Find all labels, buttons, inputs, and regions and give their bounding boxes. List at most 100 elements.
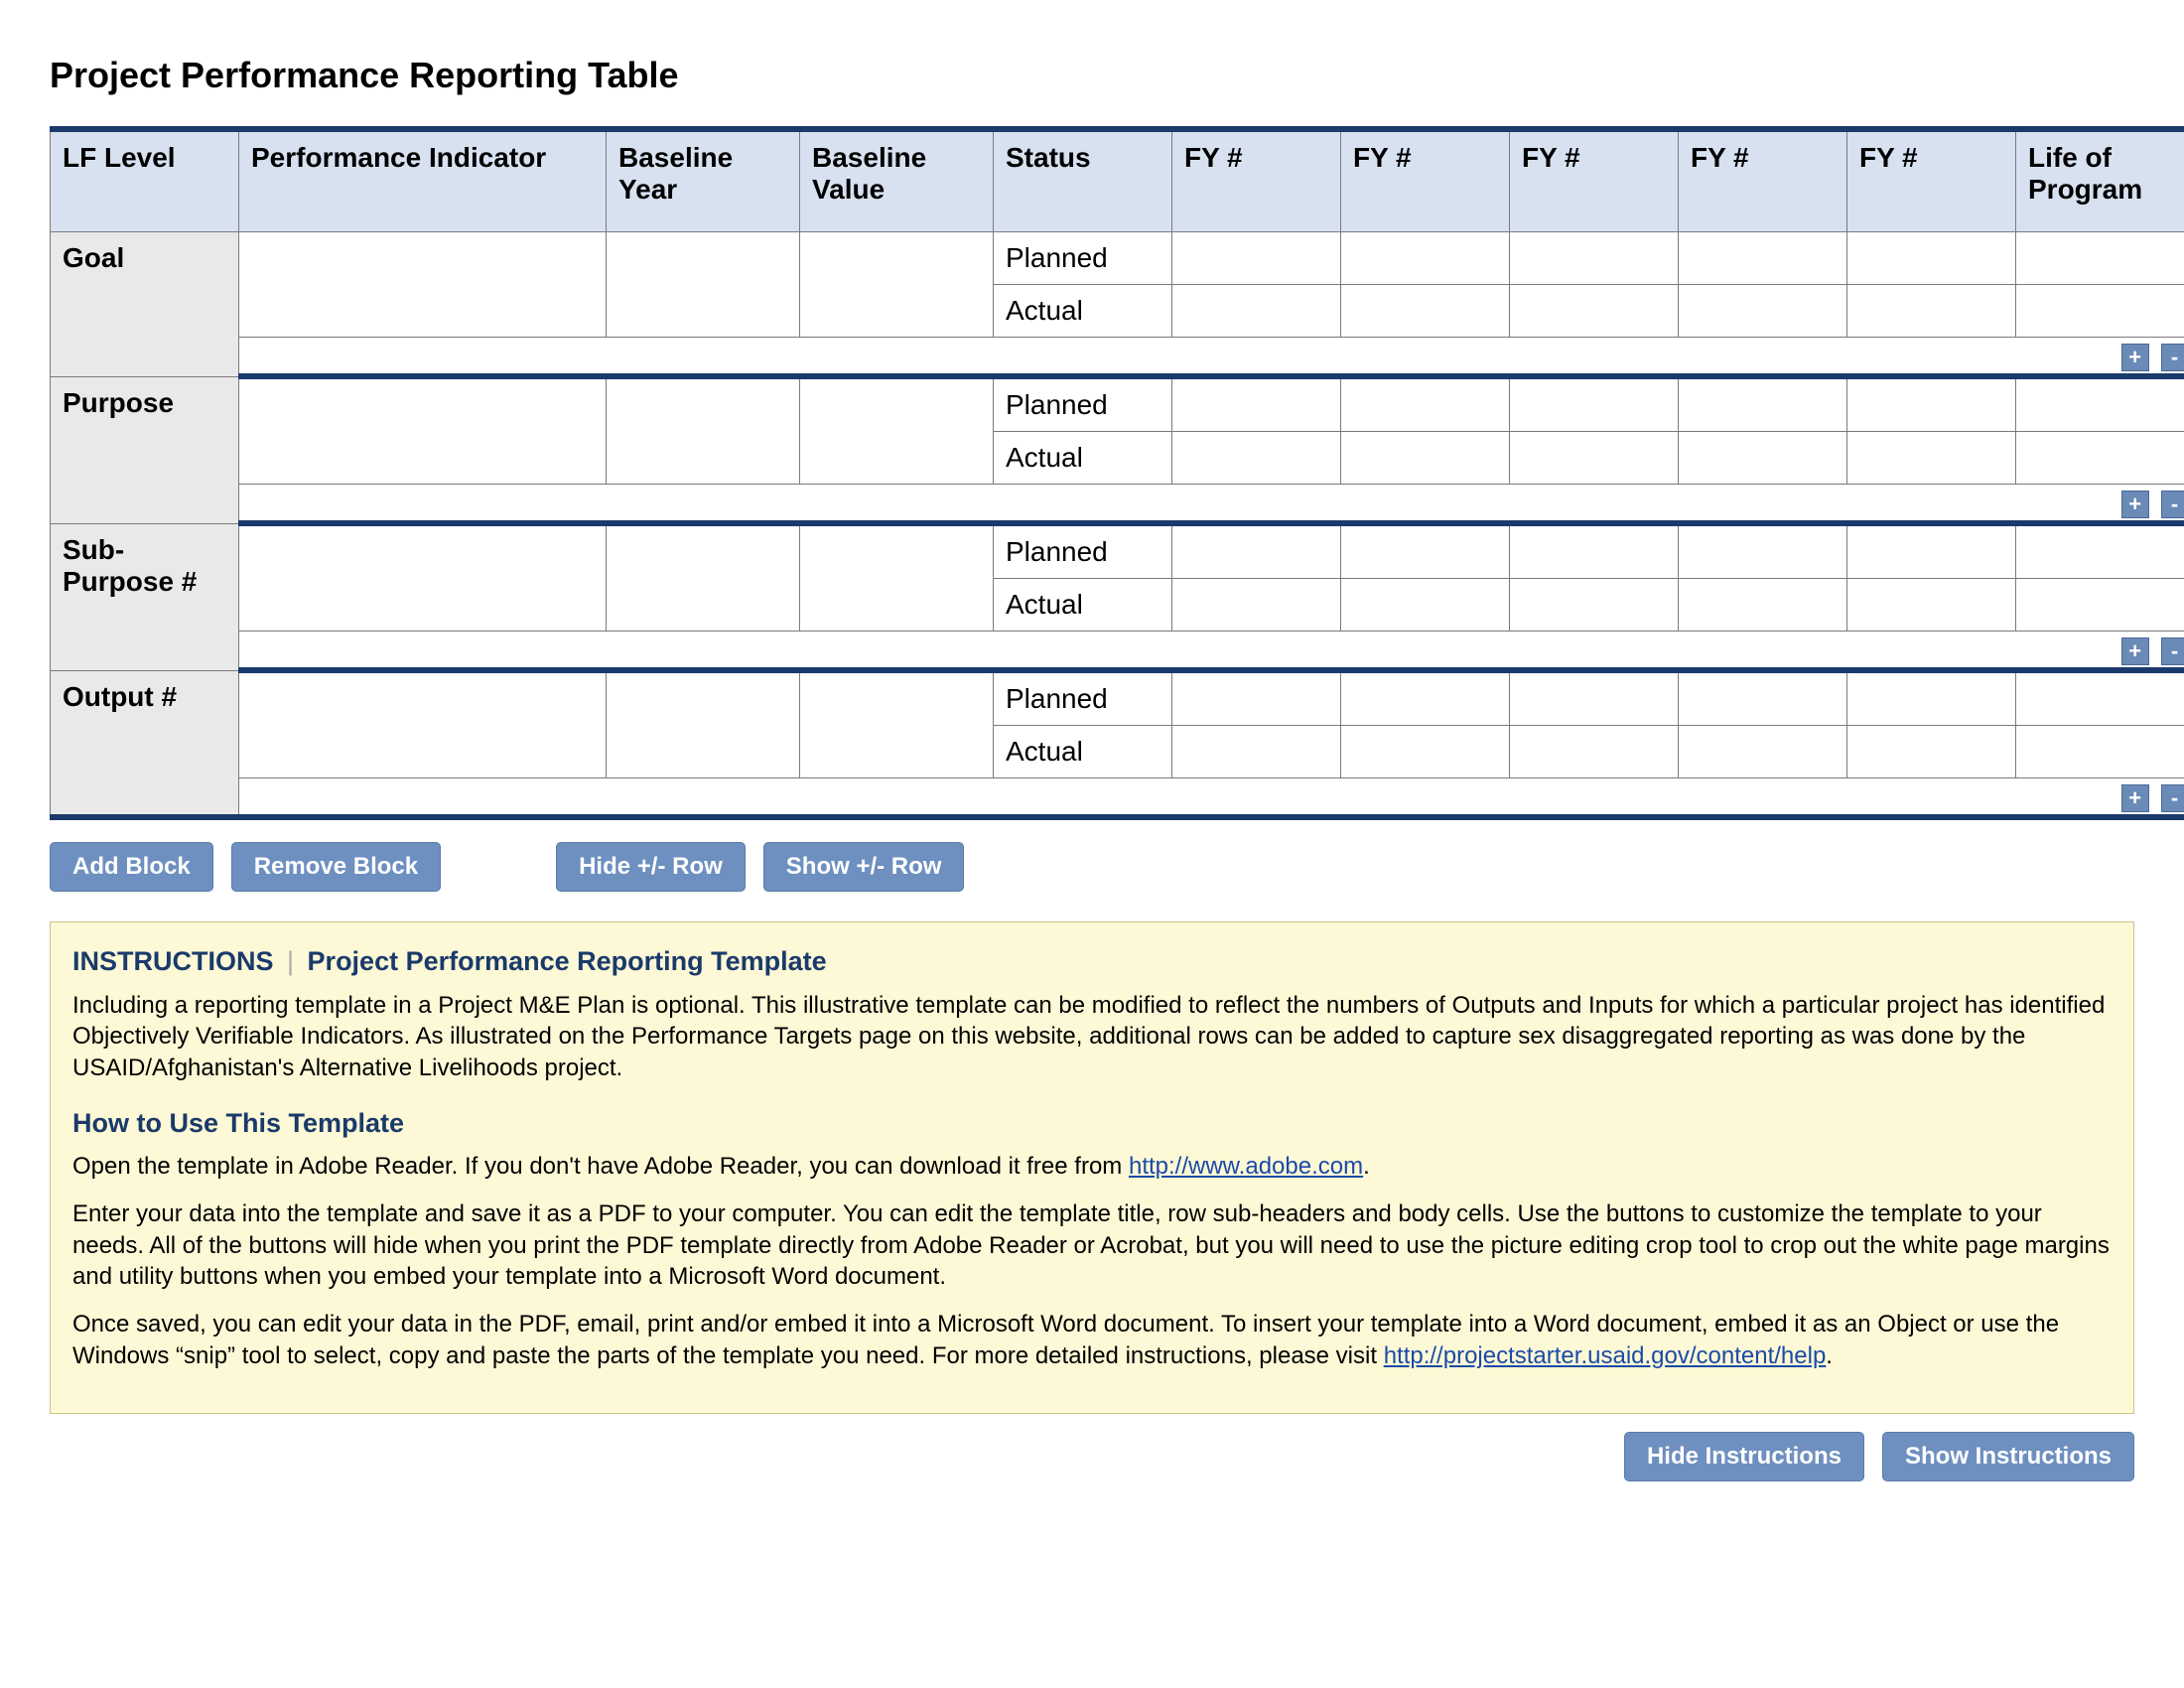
hide-pm-row-button[interactable]: Hide +/- Row: [556, 842, 746, 892]
col-perf-indicator: Performance Indicator: [239, 129, 607, 232]
plus-icon[interactable]: +: [2121, 637, 2149, 665]
cell-baseline-year[interactable]: [607, 670, 800, 778]
cell-fy[interactable]: [1679, 523, 1847, 579]
cell-fy[interactable]: [1172, 726, 1341, 778]
cell-life[interactable]: [2016, 726, 2184, 778]
cell-fy[interactable]: [1847, 579, 2016, 632]
cell-baseline-year[interactable]: [607, 523, 800, 632]
instruction-toggle-buttons: Hide Instructions Show Instructions: [50, 1432, 2134, 1481]
cell-baseline-year[interactable]: [607, 376, 800, 485]
cell-fy[interactable]: [1847, 432, 2016, 485]
cell-fy[interactable]: [1510, 376, 1679, 432]
cell-fy[interactable]: [1341, 523, 1510, 579]
cell-fy[interactable]: [1341, 579, 1510, 632]
cell-fy[interactable]: [1679, 670, 1847, 726]
hide-instructions-button[interactable]: Hide Instructions: [1624, 1432, 1864, 1481]
instructions-paragraph: Open the template in Adobe Reader. If yo…: [72, 1151, 2112, 1183]
col-fy1: FY #: [1172, 129, 1341, 232]
instructions-paragraph: Enter your data into the template and sa…: [72, 1198, 2112, 1293]
status-actual: Actual: [994, 726, 1172, 778]
minus-icon[interactable]: -: [2161, 637, 2184, 665]
lf-level-output[interactable]: Output #: [51, 670, 239, 817]
minus-icon[interactable]: -: [2161, 784, 2184, 812]
cell-fy[interactable]: [1510, 726, 1679, 778]
cell-fy[interactable]: [1510, 523, 1679, 579]
plus-icon[interactable]: +: [2121, 784, 2149, 812]
instructions-paragraph: Including a reporting template in a Proj…: [72, 990, 2112, 1084]
text-run: .: [1363, 1153, 1370, 1180]
cell-fy[interactable]: [1847, 523, 2016, 579]
cell-fy[interactable]: [1679, 726, 1847, 778]
cell-fy[interactable]: [1341, 232, 1510, 285]
cell-fy[interactable]: [1172, 232, 1341, 285]
remove-block-button[interactable]: Remove Block: [231, 842, 441, 892]
cell-fy[interactable]: [1847, 670, 2016, 726]
status-actual: Actual: [994, 432, 1172, 485]
text-run: Open the template in Adobe Reader. If yo…: [72, 1153, 1129, 1180]
cell-life[interactable]: [2016, 232, 2184, 285]
show-instructions-button[interactable]: Show Instructions: [1882, 1432, 2134, 1481]
cell-life[interactable]: [2016, 285, 2184, 338]
adobe-link[interactable]: http://www.adobe.com: [1129, 1153, 1363, 1180]
add-block-button[interactable]: Add Block: [50, 842, 213, 892]
cell-fy[interactable]: [1341, 285, 1510, 338]
cell-perf-indicator[interactable]: [239, 670, 607, 778]
show-pm-row-button[interactable]: Show +/- Row: [763, 842, 965, 892]
cell-fy[interactable]: [1172, 670, 1341, 726]
cell-fy[interactable]: [1847, 376, 2016, 432]
cell-fy[interactable]: [1847, 726, 2016, 778]
reporting-table: LF Level Performance Indicator Baseline …: [50, 126, 2184, 820]
cell-baseline-year[interactable]: [607, 232, 800, 338]
cell-perf-indicator[interactable]: [239, 523, 607, 632]
lf-level-purpose[interactable]: Purpose: [51, 376, 239, 523]
cell-fy[interactable]: [1510, 285, 1679, 338]
heading-separator: |: [281, 946, 300, 976]
help-link[interactable]: http://projectstarter.usaid.gov/content/…: [1384, 1342, 1827, 1369]
plus-icon[interactable]: +: [2121, 491, 2149, 518]
cell-baseline-value[interactable]: [800, 523, 994, 632]
cell-fy[interactable]: [1679, 285, 1847, 338]
col-fy2: FY #: [1341, 129, 1510, 232]
cell-fy[interactable]: [1510, 432, 1679, 485]
cell-fy[interactable]: [1510, 232, 1679, 285]
table-row: Goal Planned: [51, 232, 2184, 285]
col-fy4: FY #: [1679, 129, 1847, 232]
cell-fy[interactable]: [1679, 432, 1847, 485]
cell-fy[interactable]: [1172, 579, 1341, 632]
lf-level-sub-purpose[interactable]: Sub-Purpose #: [51, 523, 239, 670]
minus-icon[interactable]: -: [2161, 491, 2184, 518]
cell-perf-indicator[interactable]: [239, 376, 607, 485]
lf-level-goal[interactable]: Goal: [51, 232, 239, 377]
cell-baseline-value[interactable]: [800, 232, 994, 338]
status-actual: Actual: [994, 579, 1172, 632]
cell-fy[interactable]: [1341, 432, 1510, 485]
block-toolbar-row: + -: [51, 778, 2184, 818]
cell-fy[interactable]: [1847, 285, 2016, 338]
cell-perf-indicator[interactable]: [239, 232, 607, 338]
cell-fy[interactable]: [1172, 523, 1341, 579]
plus-icon[interactable]: +: [2121, 344, 2149, 371]
cell-fy[interactable]: [1172, 376, 1341, 432]
cell-life[interactable]: [2016, 523, 2184, 579]
cell-fy[interactable]: [1510, 579, 1679, 632]
cell-baseline-value[interactable]: [800, 376, 994, 485]
cell-fy[interactable]: [1341, 670, 1510, 726]
status-planned: Planned: [994, 232, 1172, 285]
cell-life[interactable]: [2016, 376, 2184, 432]
cell-fy[interactable]: [1679, 232, 1847, 285]
minus-icon[interactable]: -: [2161, 344, 2184, 371]
cell-fy[interactable]: [1679, 376, 1847, 432]
cell-fy[interactable]: [1341, 726, 1510, 778]
cell-fy[interactable]: [1172, 285, 1341, 338]
cell-fy[interactable]: [1172, 432, 1341, 485]
cell-life[interactable]: [2016, 670, 2184, 726]
cell-life[interactable]: [2016, 579, 2184, 632]
col-status: Status: [994, 129, 1172, 232]
cell-life[interactable]: [2016, 432, 2184, 485]
cell-fy[interactable]: [1510, 670, 1679, 726]
cell-fy[interactable]: [1847, 232, 2016, 285]
cell-baseline-value[interactable]: [800, 670, 994, 778]
cell-fy[interactable]: [1679, 579, 1847, 632]
howto-heading: How to Use This Template: [72, 1106, 2112, 1142]
cell-fy[interactable]: [1341, 376, 1510, 432]
